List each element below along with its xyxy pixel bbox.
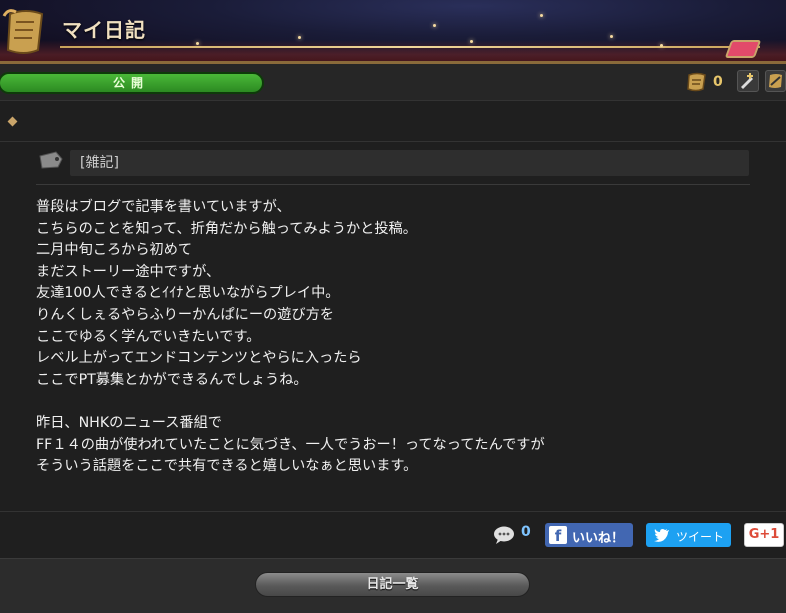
edit-button[interactable]: [765, 70, 786, 92]
diary-list-button[interactable]: 日記一覧: [255, 572, 530, 597]
page-header: マイ日記: [0, 0, 786, 64]
entry-line: そういう話題をここで共有できると嬉しいなぁと思います。: [36, 458, 418, 475]
header-glow: [0, 40, 786, 61]
entry-line: ここでPT募集とかができるんでしょうね。: [36, 371, 308, 388]
sparkle: [470, 40, 473, 43]
visibility-badge[interactable]: 公開: [0, 72, 264, 94]
divider: [0, 141, 786, 142]
entry-line: ここでゆるく学んでいきたいです。: [36, 328, 261, 345]
entry-line: [36, 391, 756, 413]
sparkle: [660, 44, 663, 47]
entry-line: 普段はブログで記事を書いていますが、: [36, 199, 291, 215]
entry-line: FF１４の曲が使われていたことに気づき、一人でうおー！ってなってたんですが: [36, 436, 545, 453]
twitter-icon: [654, 529, 669, 542]
header-ornament-line: [60, 46, 760, 48]
add-entry-icon: [741, 73, 753, 89]
edit-icon: [769, 74, 782, 88]
facebook-like-button[interactable]: f いいね！: [545, 523, 633, 547]
entry-line: 友達100人できるとｲｲﾅと思いながらプレイ中。: [36, 285, 340, 302]
entry-line: レベル上がってエンドコンテンツとやらに入ったら: [36, 350, 362, 367]
entry-line: 昨日、NHKのニュース番組で: [36, 414, 222, 431]
gplus-button[interactable]: G+1: [744, 523, 784, 547]
divider: [0, 100, 786, 101]
entry-line: まだストーリー途中ですが、: [36, 263, 221, 280]
sparkle: [433, 24, 436, 27]
sparkle: [540, 14, 543, 17]
entry-line: こちらのことを知って、折角だから触ってみようかと投稿。: [36, 220, 417, 237]
status-bar: 公開 0: [0, 64, 786, 101]
tag-icon: [39, 151, 63, 169]
sparkle: [298, 36, 301, 39]
add-entry-button[interactable]: [737, 70, 759, 92]
facebook-icon: f: [549, 526, 567, 545]
comment-count[interactable]: 0: [521, 524, 531, 540]
divider: [36, 184, 750, 185]
subscribe-icon[interactable]: [686, 72, 708, 92]
entry-category[interactable]: [雑記]: [70, 150, 749, 176]
sparkle: [610, 35, 613, 38]
entry-body: 普段はブログで記事を書いていますが、 こちらのことを知って、折角だから触ってみよ…: [36, 197, 756, 478]
page-title: マイ日記: [62, 18, 146, 42]
subscribe-count: 0: [713, 74, 723, 90]
sparkle: [196, 42, 199, 45]
diamond-bullet-icon: [7, 116, 18, 127]
tweet-button[interactable]: ツイート: [646, 523, 731, 547]
facebook-like-label: いいね！: [572, 531, 625, 546]
entry-line: 二月中旬ころから初めて: [36, 242, 193, 259]
comment-icon[interactable]: [493, 525, 515, 545]
tweet-label: ツイート: [676, 530, 725, 544]
entry-line: りんくしぇるやらふりーかんぱにーの遊び方を: [36, 306, 334, 323]
scroll-icon: [2, 9, 44, 54]
